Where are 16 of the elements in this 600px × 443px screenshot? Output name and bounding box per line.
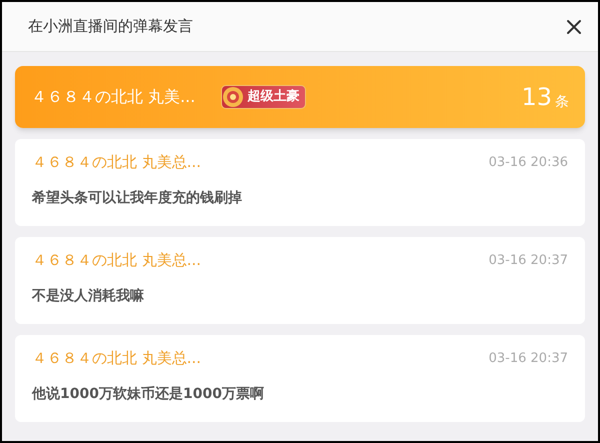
user-name: ４６８４の北北 丸美总... <box>32 152 202 173</box>
level-badge: 超级土豪 <box>221 85 306 109</box>
user-name: ４６８４の北北 丸美... <box>31 86 196 108</box>
message-text: 不是没人消耗我嘛 <box>32 286 145 306</box>
medal-icon <box>222 86 244 108</box>
message-text: 他说1000万软妹币还是1000万票啊 <box>32 384 265 404</box>
message-time: 03-16 20:37 <box>488 350 568 368</box>
message-time: 03-16 20:36 <box>488 154 568 172</box>
close-icon <box>566 18 582 34</box>
message-time: 03-16 20:37 <box>488 252 568 270</box>
message-text: 希望头条可以让我年度充的钱刷掉 <box>32 188 243 208</box>
user-name: ４６８４の北北 丸美总... <box>32 348 202 369</box>
user-name: ４６８４の北北 丸美总... <box>32 250 202 271</box>
count-unit: 条 <box>555 95 569 109</box>
message-count: 13 <box>521 85 552 109</box>
window-title: 在小洲直播间的弹幕发言 <box>28 16 193 38</box>
